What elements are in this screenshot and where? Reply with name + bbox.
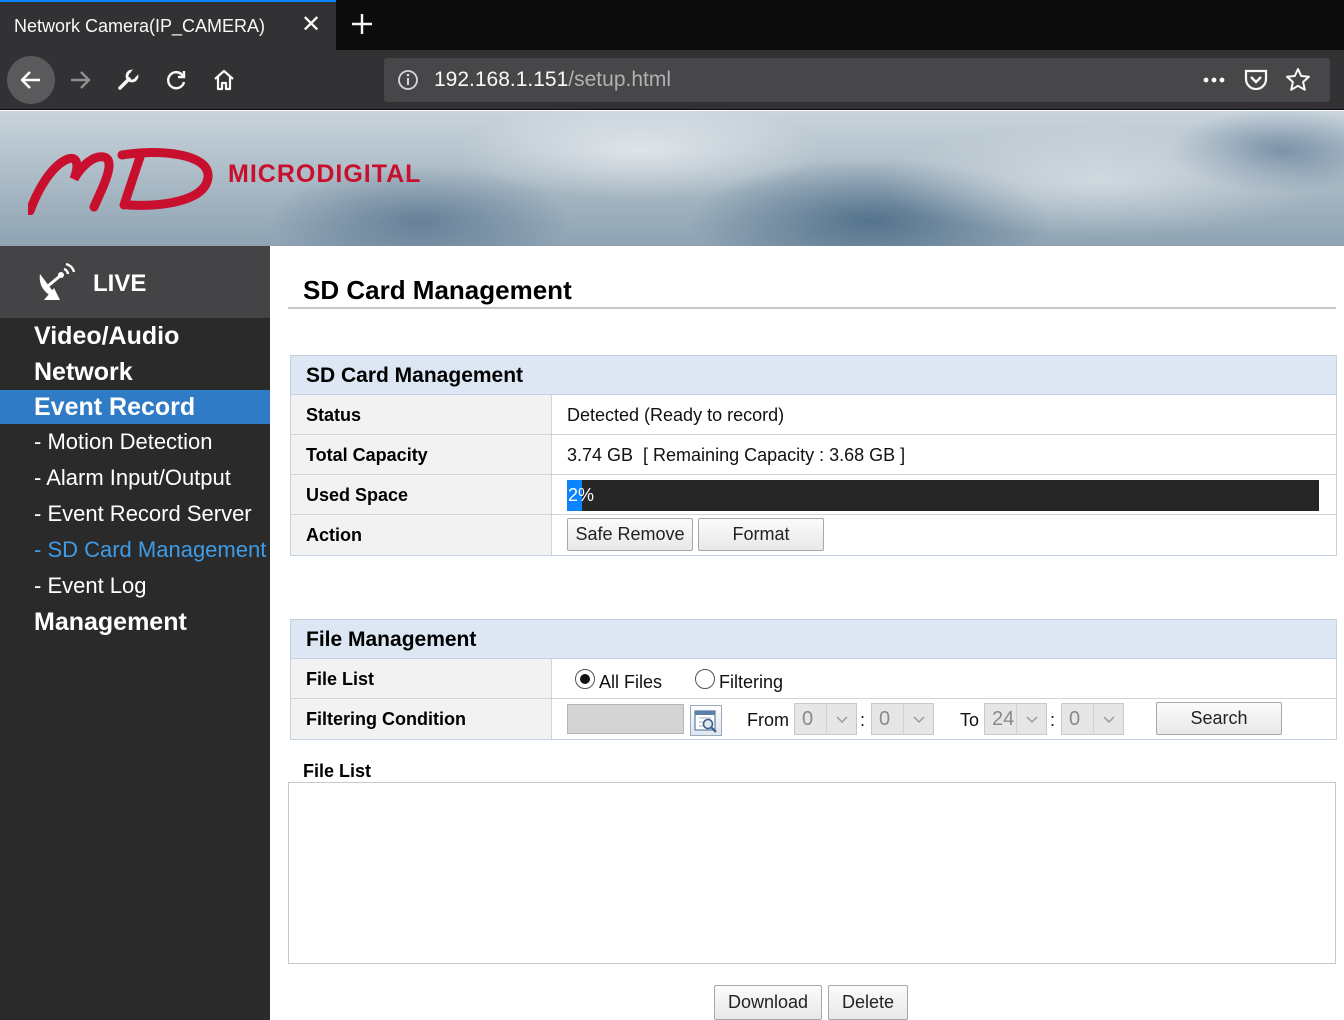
from-minute-value: 0	[879, 708, 891, 730]
all-files-radio[interactable]	[575, 669, 595, 689]
search-button[interactable]: Search	[1156, 702, 1282, 735]
action-row: Action Safe Remove Format	[291, 515, 1336, 555]
bookmark-star-icon[interactable]	[1284, 66, 1312, 94]
browser-tab-strip: Network Camera(IP_CAMERA) ✕	[0, 0, 1344, 50]
status-value: Detected (Ready to record)	[567, 405, 785, 425]
from-hour-value: 0	[802, 708, 814, 730]
page-actions	[1200, 66, 1320, 94]
reload-button[interactable]	[152, 56, 200, 104]
reload-icon	[167, 71, 186, 90]
sd-card-panel-title: SD Card Management	[291, 356, 1336, 395]
wrench-icon	[118, 68, 140, 90]
used-space-row: Used Space 2%	[291, 475, 1336, 515]
used-space-bar: 2%	[567, 480, 1319, 511]
chevron-down-icon	[903, 704, 933, 734]
brand-name: MICRODIGITAL	[228, 160, 422, 188]
info-icon[interactable]	[396, 68, 420, 92]
sd-card-panel: SD Card Management Status Detected (Read…	[290, 355, 1337, 556]
to-hour-value: 24	[992, 708, 1015, 730]
main-content: SD Card Management SD Card Management St…	[270, 246, 1344, 1020]
from-colon: :	[860, 710, 866, 730]
capacity-row: Total Capacity 3.74 GB [ Remaining Capac…	[291, 435, 1336, 475]
to-colon: :	[1050, 710, 1056, 730]
menu-sd-card-management[interactable]: - SD Card Management	[0, 532, 270, 568]
live-button[interactable]: LIVE	[0, 246, 270, 318]
header-banner: MICRODIGITAL	[0, 111, 1344, 246]
action-label: Action	[291, 515, 552, 555]
address-bar[interactable]: 192.168.1.151/setup.html	[384, 58, 1330, 102]
satellite-dish-icon	[39, 262, 76, 300]
setup-menu: Video/Audio Network Event Record - Motio…	[0, 318, 270, 640]
to-minute-select[interactable]: 0	[1061, 703, 1124, 735]
menu-event-record[interactable]: Event Record	[0, 390, 270, 424]
calendar-button[interactable]	[690, 705, 722, 736]
sidebar: LIVE Video/Audio Network Event Record - …	[0, 246, 270, 1020]
forward-arrow-icon	[71, 71, 91, 89]
menu-event-record-server[interactable]: - Event Record Server	[0, 496, 270, 532]
date-input[interactable]	[567, 704, 684, 734]
url-host: 192.168.1.151	[434, 68, 569, 91]
calendar-search-icon	[694, 710, 717, 733]
file-list-box[interactable]	[288, 782, 1336, 964]
title-divider	[288, 307, 1336, 309]
url-path: /setup.html	[568, 68, 672, 91]
chevron-down-icon	[826, 704, 856, 734]
browser-toolbar: 192.168.1.151/setup.html	[0, 50, 1344, 110]
filter-condition-label: Filtering Condition	[291, 699, 552, 739]
status-row: Status Detected (Ready to record)	[291, 395, 1336, 435]
file-management-title: File Management	[291, 620, 1336, 659]
capacity-label: Total Capacity	[291, 435, 552, 474]
md-logo	[28, 148, 213, 215]
menu-event-log[interactable]: - Event Log	[0, 568, 270, 604]
file-list-label: File List	[303, 761, 372, 781]
status-label: Status	[291, 395, 552, 434]
used-space-label: Used Space	[291, 475, 552, 514]
tab-close-icon[interactable]: ✕	[296, 10, 326, 40]
menu-motion-detection[interactable]: - Motion Detection	[0, 424, 270, 460]
from-minute-select[interactable]: 0	[871, 703, 934, 735]
from-label: From	[747, 710, 789, 730]
safe-remove-button[interactable]: Safe Remove	[567, 518, 693, 551]
menu-video-audio[interactable]: Video/Audio	[0, 318, 270, 354]
back-arrow-icon	[20, 71, 40, 89]
browser-tab[interactable]: Network Camera(IP_CAMERA) ✕	[0, 0, 336, 50]
menu-alarm-input-output[interactable]: - Alarm Input/Output	[0, 460, 270, 496]
to-label: To	[960, 710, 980, 730]
url-text[interactable]: 192.168.1.151/setup.html	[434, 68, 671, 92]
capacity-value: 3.74 GB [ Remaining Capacity : 3.68 GB ]	[567, 445, 906, 465]
page-title: SD Card Management	[303, 275, 572, 305]
home-icon	[214, 69, 234, 91]
menu-management[interactable]: Management	[0, 604, 270, 640]
file-list-mode-label: File List	[291, 659, 552, 698]
file-list-row: File List All Files Filtering	[291, 659, 1336, 699]
home-button[interactable]	[200, 56, 248, 104]
back-button[interactable]	[7, 56, 55, 104]
live-label: LIVE	[93, 270, 147, 297]
menu-network[interactable]: Network	[0, 354, 270, 390]
format-button[interactable]: Format	[698, 518, 824, 551]
delete-button[interactable]: Delete	[828, 985, 908, 1020]
new-tab-icon[interactable]	[344, 6, 380, 42]
to-hour-select[interactable]: 24	[984, 703, 1047, 735]
filter-condition-row: Filtering Condition From 0 : 0 To 24: 0…	[291, 699, 1336, 739]
used-space-text: 2%	[568, 485, 595, 505]
from-hour-select[interactable]: 0	[794, 703, 857, 735]
filtering-radio[interactable]	[695, 669, 715, 689]
tab-title: Network Camera(IP_CAMERA)	[14, 16, 266, 36]
download-button[interactable]: Download	[714, 985, 822, 1020]
more-actions-icon[interactable]	[1200, 66, 1228, 94]
pocket-icon[interactable]	[1242, 66, 1270, 94]
to-minute-value: 0	[1069, 708, 1081, 730]
forward-button[interactable]	[56, 56, 104, 104]
customize-button[interactable]	[104, 56, 152, 104]
chevron-down-icon	[1016, 704, 1046, 734]
chevron-down-icon	[1093, 704, 1123, 734]
file-management-panel: File Management File List All Files Filt…	[290, 619, 1337, 740]
